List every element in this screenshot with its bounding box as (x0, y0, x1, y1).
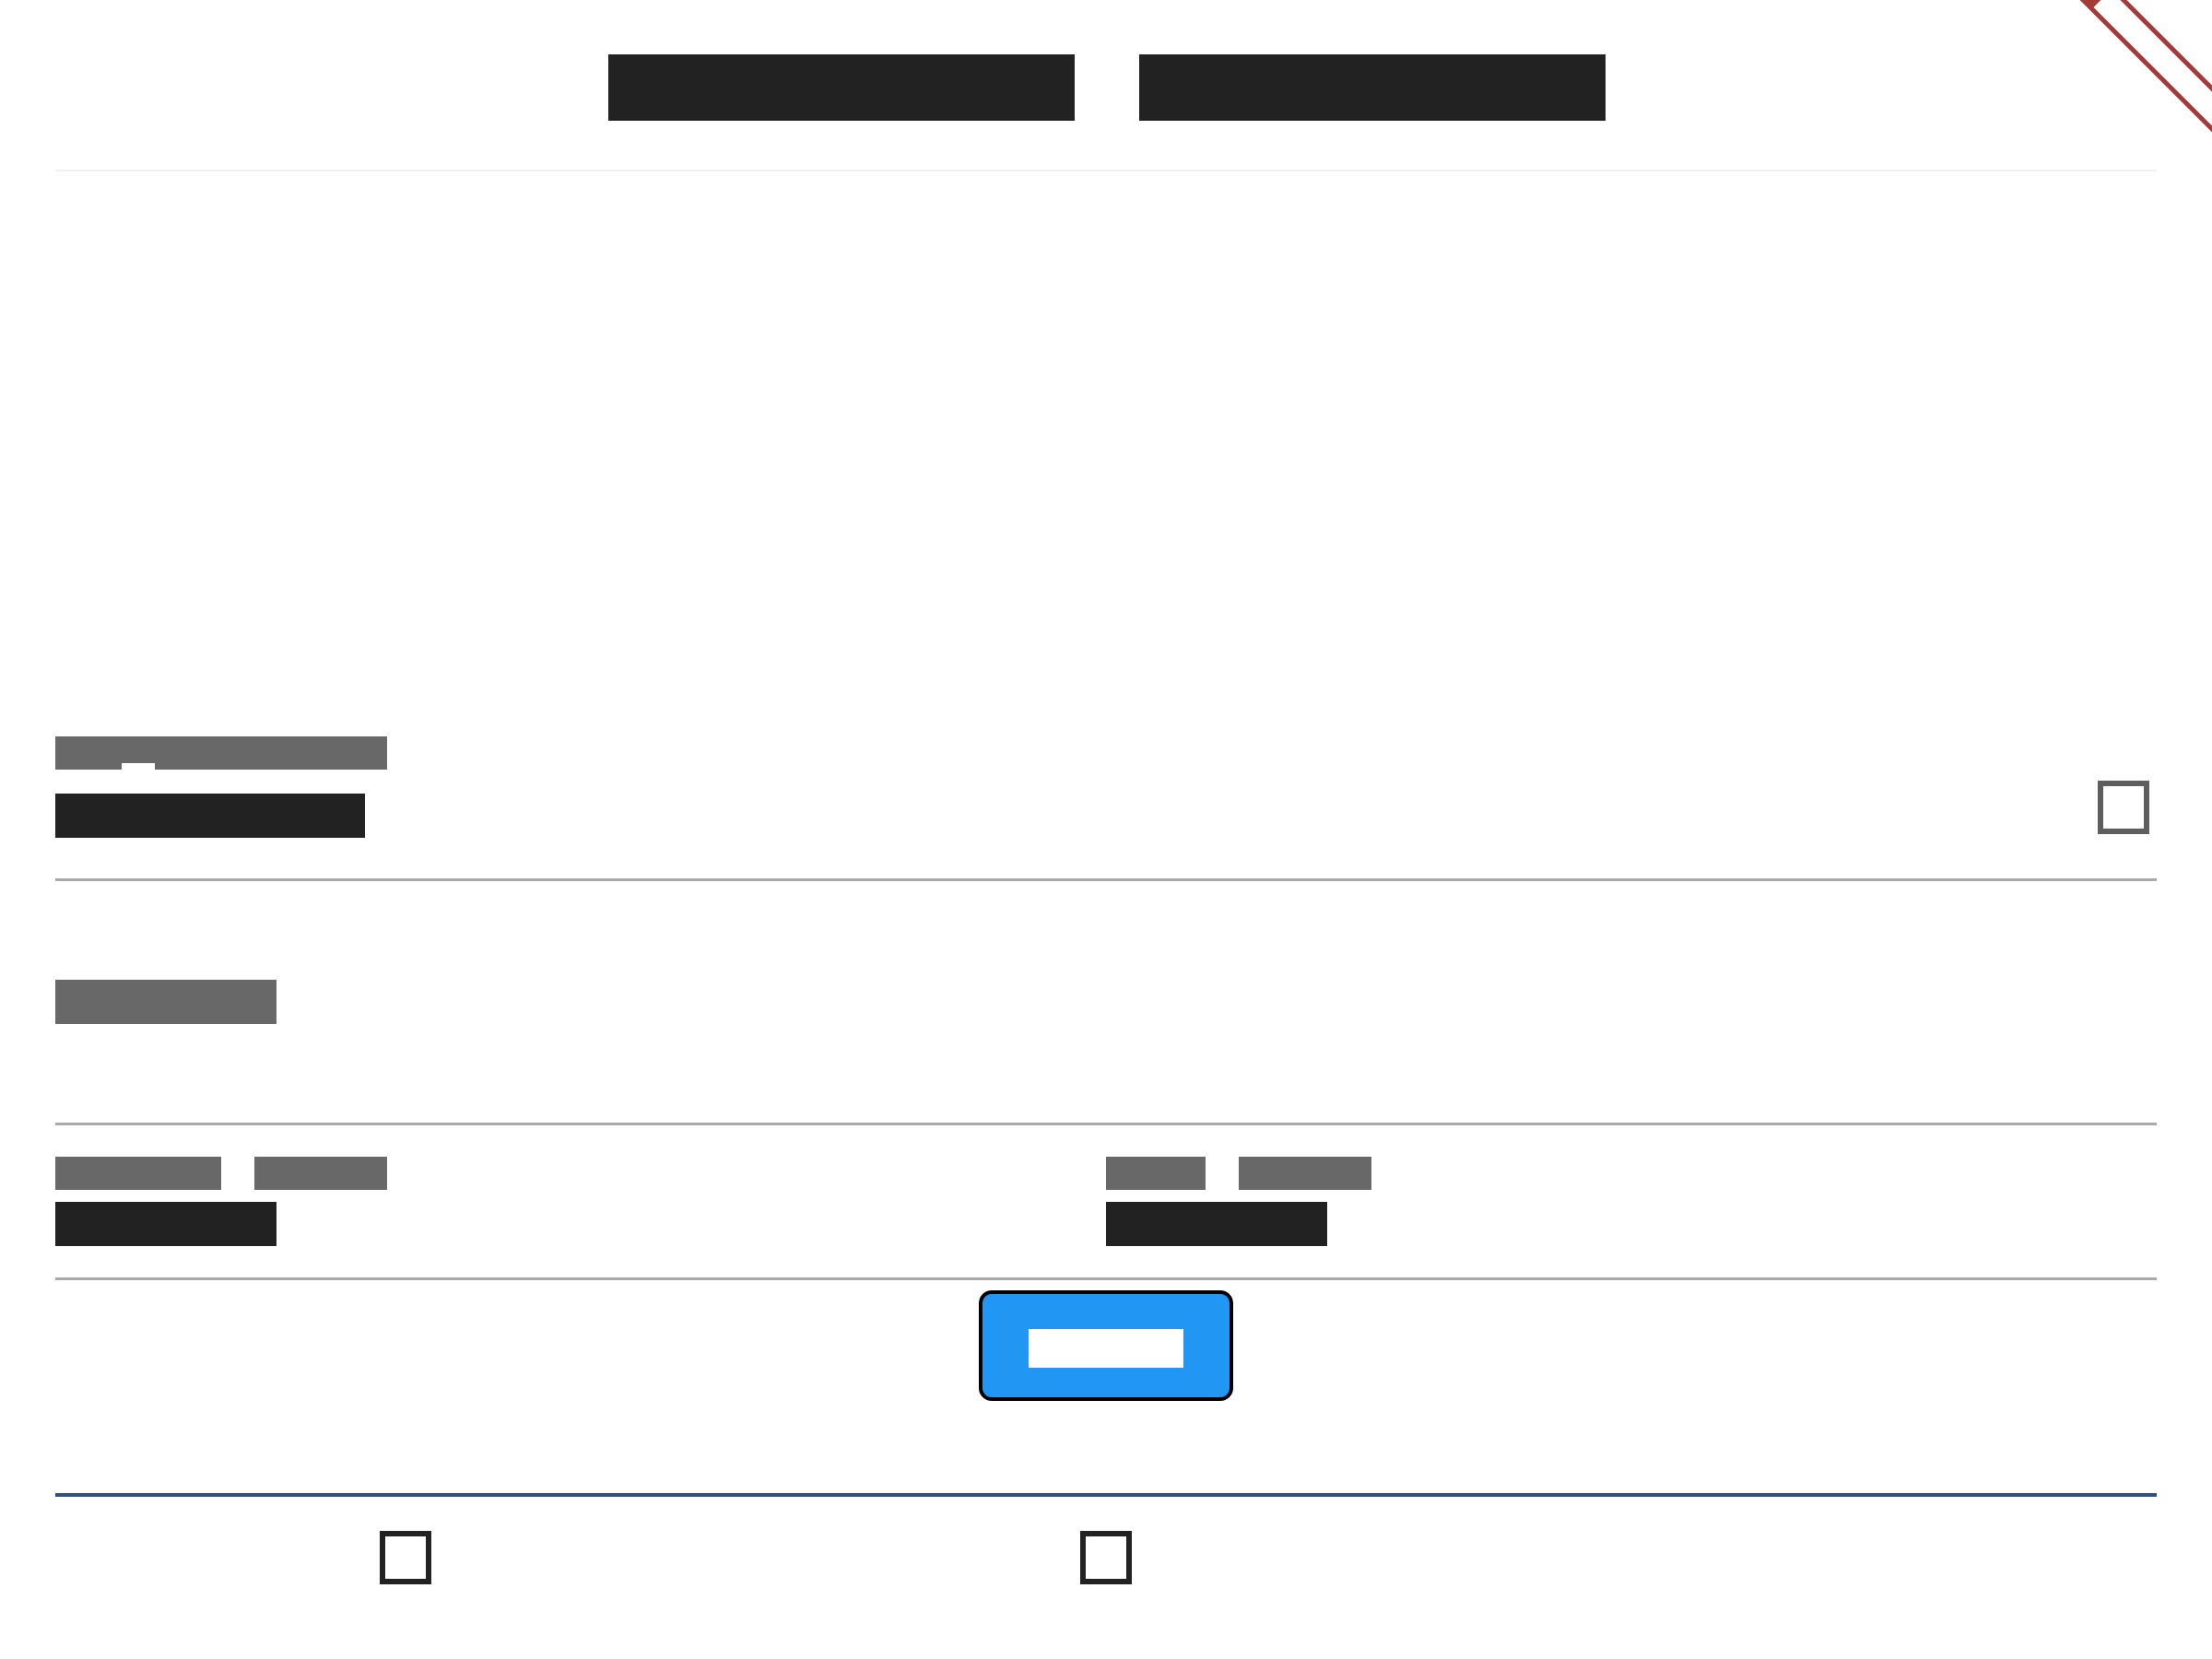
primary-action-button[interactable]: █████ (979, 1290, 1233, 1401)
ribbon-label (2093, 0, 2212, 135)
primary-action-label: █████ (1029, 1329, 1183, 1368)
section-three-left-value: ██████ (55, 1202, 276, 1246)
section-three-right-label-b: ████ (1239, 1157, 1371, 1190)
section-three-divider (55, 1277, 2157, 1280)
page-title-part-1: ██████████████ (608, 54, 1075, 121)
section-one-divider (55, 878, 2157, 881)
footer-option-left-checkbox[interactable] (380, 1531, 431, 1584)
corner-ribbon (2028, 0, 2212, 166)
page: ██████████████ ██████████████ ██ ███████… (0, 0, 2212, 1659)
section-two-label: ██████ (55, 980, 276, 1024)
section-three-left-label-b: ████ (254, 1157, 387, 1190)
section-one-label-rest: ██████████ (155, 736, 387, 770)
section-one-checkbox[interactable] (2098, 781, 2149, 834)
header-divider (55, 170, 2157, 171)
section-three-left-label-a: █████ (55, 1157, 221, 1190)
section-one-label-gap (122, 736, 155, 763)
ribbon-band (2076, 0, 2212, 153)
page-title-part-2: ██████████████ (1139, 54, 1606, 121)
section-three-right-label-a: ███ (1106, 1157, 1206, 1190)
footer-divider (55, 1493, 2157, 1497)
section-three-right-value: ██████ (1106, 1202, 1327, 1246)
section-two-divider (55, 1123, 2157, 1125)
footer-option-right-checkbox[interactable] (1080, 1531, 1132, 1584)
section-one-value: █████████ (55, 794, 365, 838)
section-one-label-prefix: ██ (55, 736, 122, 770)
